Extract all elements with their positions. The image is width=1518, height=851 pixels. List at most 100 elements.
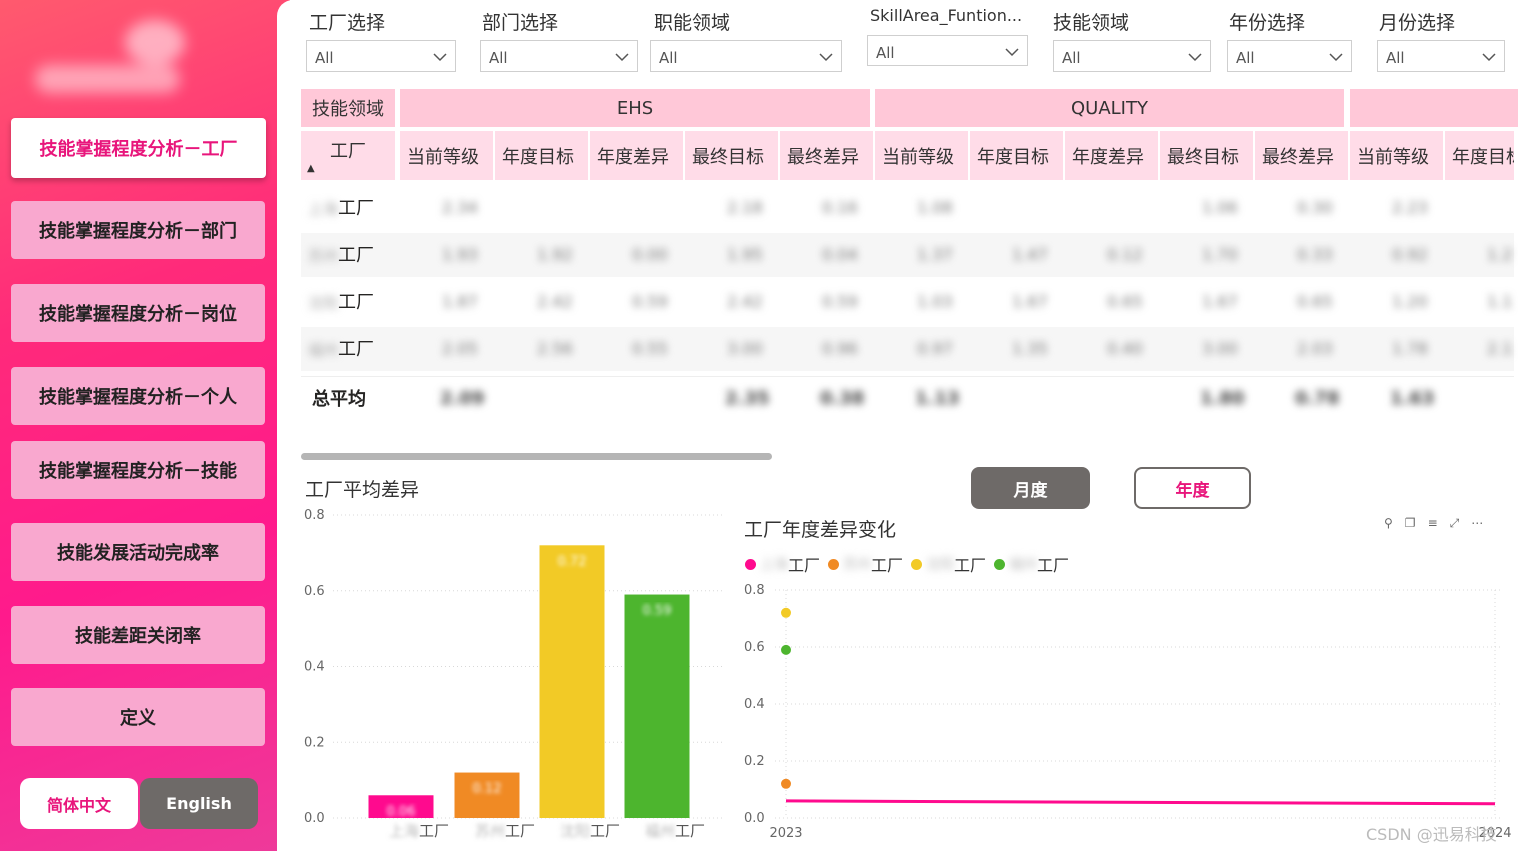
matrix-column-header-6[interactable]: 当前等级 (875, 131, 968, 180)
matrix-column-header-7[interactable]: 年度目标 (970, 131, 1063, 180)
chevron-down-icon (1005, 48, 1019, 57)
table-cell: 1.78 (1392, 339, 1428, 358)
monthly-toggle-button[interactable]: 月度 (971, 467, 1090, 509)
nav-button-3[interactable]: 技能掌握程度分析－岗位 (11, 284, 265, 342)
matrix-column-header-12[interactable]: 年度目标 (1445, 131, 1514, 180)
legend-item[interactable]: 上海 工厂 (745, 552, 820, 576)
nav-button-2[interactable]: 技能掌握程度分析－部门 (11, 201, 265, 259)
series-point[interactable] (781, 644, 791, 655)
yearly-toggle-button[interactable]: 年度 (1134, 467, 1251, 509)
nav-button-6[interactable]: 技能发展活动完成率 (11, 523, 265, 581)
row-header-label: 工厂 (330, 141, 366, 162)
matrix-column-header-2[interactable]: 年度目标 (495, 131, 588, 180)
lang-chinese-button[interactable]: 简体中文 (20, 778, 138, 829)
bar[interactable] (624, 594, 690, 818)
y-tick-label: 0.4 (744, 697, 765, 712)
bar[interactable] (539, 545, 605, 818)
filter-dropdown-6[interactable]: All (1227, 40, 1352, 72)
table-cell: 0.12 (1107, 245, 1143, 264)
x-tick-suffix: 工厂 (590, 822, 620, 840)
table-cell: 1.93 (442, 245, 478, 264)
x-tick-label: 福州工厂 (645, 822, 705, 840)
legend-suffix: 工厂 (954, 556, 987, 575)
table-cell: 1.92 (537, 245, 573, 264)
matrix-column-header-10[interactable]: 最终差异 (1255, 131, 1348, 180)
visual-header-icons: ⚲ ❐ ≡ ⤢ ⋯ (1384, 516, 1483, 531)
table-cell: 2.03 (1297, 339, 1333, 358)
matrix-column-header-11[interactable]: 当前等级 (1350, 131, 1443, 180)
filter-dropdown-3[interactable]: All (650, 40, 842, 72)
chevron-down-icon (1329, 53, 1343, 62)
table-cell: 2.42 (727, 292, 763, 311)
y-tick-label: 0.0 (304, 811, 325, 826)
table-cell: 0.04 (822, 245, 858, 264)
table-cell: 1.67 (1012, 292, 1048, 311)
nav-button-5[interactable]: 技能掌握程度分析－技能 (11, 441, 265, 499)
series-line[interactable] (785, 799, 1496, 806)
series-point[interactable] (781, 607, 791, 618)
filter-icon[interactable]: ≡ (1428, 516, 1438, 531)
filter-dropdown-4[interactable]: All (867, 35, 1028, 66)
filter-dropdown-7[interactable]: All (1377, 40, 1505, 72)
series-point[interactable] (781, 778, 791, 789)
table-total-cell: 0.78 (1295, 388, 1340, 409)
factory-prefix: 福州 (308, 341, 339, 359)
filter-dropdown-1[interactable]: All (306, 40, 456, 72)
matrix-column-header-5[interactable]: 最终差异 (780, 131, 873, 180)
row-factory-name: 沈阳工厂 (308, 288, 374, 314)
legend-prefix: 福州 (1009, 557, 1038, 573)
table-cell: 2.05 (442, 339, 478, 358)
filter-label-5: 技能领域 (1053, 12, 1130, 34)
lang-english-button[interactable]: English (140, 778, 258, 829)
legend-item[interactable]: 苏州 工厂 (828, 552, 903, 576)
table-total-cell: 2.35 (725, 388, 770, 409)
row-factory-name: 福州工厂 (308, 335, 374, 361)
more-options-icon[interactable]: ⋯ (1471, 516, 1483, 531)
matrix-column-header-4[interactable]: 最终目标 (685, 131, 778, 180)
filter-value: All (1236, 49, 1255, 67)
filter-label-1: 工厂选择 (309, 12, 386, 34)
nav-button-1[interactable]: 技能掌握程度分析－工厂 (11, 118, 266, 178)
table-cell: 1.87 (442, 292, 478, 311)
table-cell: 3.00 (727, 339, 763, 358)
nav-button-7[interactable]: 技能差距关闭率 (11, 606, 265, 664)
company-logo (30, 20, 190, 100)
matrix-horizontal-scrollbar[interactable] (301, 453, 772, 460)
filter-value: All (315, 49, 334, 67)
table-cell: 1.06 (1202, 198, 1238, 217)
focus-mode-icon[interactable]: ⤢ (1450, 516, 1460, 531)
table-cell: 0.00 (632, 245, 668, 264)
filter-label-7: 月份选择 (1379, 12, 1456, 34)
x-tick-label: 上海工厂 (389, 822, 449, 840)
matrix-group-header-3 (1350, 89, 1518, 127)
matrix-column-header-1[interactable]: 当前等级 (400, 131, 493, 180)
matrix-column-header-3[interactable]: 年度差异 (590, 131, 683, 180)
table-cell: 1.35 (1012, 339, 1048, 358)
table-cell: 1.1 (1487, 292, 1513, 311)
matrix-group-header-2: QUALITY (875, 89, 1344, 127)
legend-prefix: 上海 (760, 557, 788, 573)
table-cell: 2.42 (537, 292, 573, 311)
nav-button-4[interactable]: 技能掌握程度分析－个人 (11, 367, 265, 425)
filter-value: All (876, 44, 895, 62)
factory-suffix: 工厂 (338, 198, 375, 219)
matrix-column-header-8[interactable]: 年度差异 (1065, 131, 1158, 180)
table-cell: 1.08 (917, 198, 953, 217)
chart2-legend: 上海 工厂 苏州 工厂 沈阳 工厂 福州 工厂 (745, 552, 1077, 576)
legend-item[interactable]: 沈阳 工厂 (911, 552, 986, 576)
filter-dropdown-5[interactable]: All (1053, 40, 1211, 72)
filter-dropdown-2[interactable]: All (480, 40, 638, 72)
legend-suffix: 工厂 (871, 556, 904, 575)
y-tick-label: 0.2 (304, 735, 325, 750)
factory-prefix: 沈阳 (308, 294, 339, 312)
matrix-row-header[interactable]: 工厂 ▲ (301, 131, 395, 180)
y-tick-label: 0.6 (304, 584, 325, 599)
table-cell: 1.20 (1392, 292, 1428, 311)
copy-icon[interactable]: ❐ (1405, 516, 1416, 531)
pin-icon[interactable]: ⚲ (1384, 516, 1393, 531)
nav-button-8[interactable]: 定义 (11, 688, 265, 746)
legend-item[interactable]: 福州 工厂 (994, 552, 1069, 576)
table-cell: 2.34 (442, 198, 478, 217)
matrix-column-header-9[interactable]: 最终目标 (1160, 131, 1253, 180)
x-tick-label: 沈阳工厂 (560, 822, 620, 840)
